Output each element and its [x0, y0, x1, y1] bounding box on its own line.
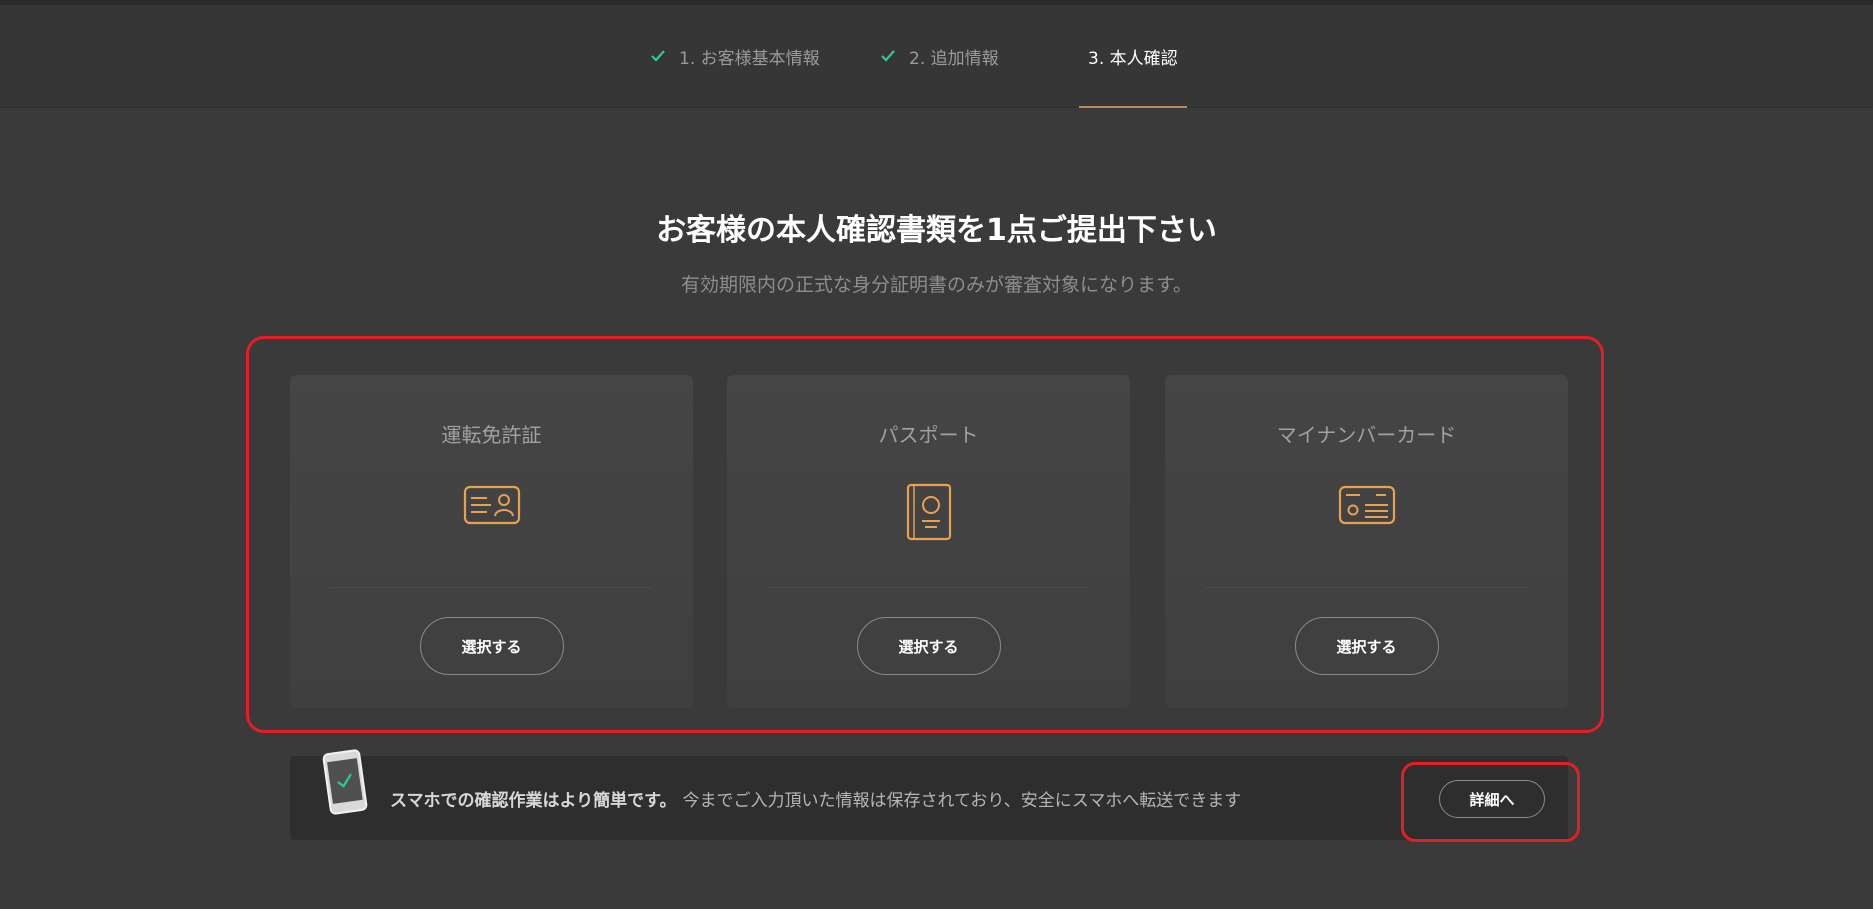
progress-steps: 1. お客様基本情報 2. 追加情報 3. 本人確認 [0, 5, 1873, 108]
check-icon [651, 50, 665, 62]
card-title: マイナンバーカード [1276, 423, 1457, 447]
step-label: 1. お客様基本情報 [679, 48, 820, 69]
my-number-card-icon [1338, 485, 1395, 525]
smartphone-notice: スマホでの確認作業はより簡単です。 今までご入力頂いた情報は保存されており、安全… [290, 749, 1568, 840]
highlight-frame-details-button [1401, 762, 1580, 842]
step-additional-info: 2. 追加情報 [881, 5, 999, 107]
notice-bold-text: スマホでの確認作業はより簡単です。 [390, 790, 677, 811]
select-drivers-license-button[interactable]: 選択する [419, 617, 564, 675]
select-passport-button[interactable]: 選択する [856, 617, 1001, 675]
page-title: お客様の本人確認書類を1点ご提出下さい [656, 213, 1217, 248]
check-icon [881, 50, 895, 62]
step-identity-verification: 3. 本人確認 [1088, 5, 1178, 107]
select-my-number-button[interactable]: 選択する [1294, 617, 1439, 675]
card-divider [767, 587, 1090, 588]
step-label: 3. 本人確認 [1088, 48, 1178, 69]
card-title: 運転免許証 [441, 423, 542, 447]
notice-text: スマホでの確認作業はより簡単です。 今までご入力頂いた情報は保存されており、安全… [390, 756, 1241, 840]
card-divider [330, 587, 653, 588]
drivers-license-icon [463, 485, 520, 525]
step-basic-info: 1. お客様基本情報 [651, 5, 820, 107]
card-divider [1205, 587, 1528, 588]
step-label: 2. 追加情報 [909, 48, 999, 69]
card-drivers-license: 運転免許証 選択する [290, 375, 693, 708]
card-title: パスポート [878, 423, 979, 447]
card-my-number: マイナンバーカード 選択する [1165, 375, 1568, 708]
card-passport: パスポート 選択する [727, 375, 1130, 708]
smartphone-check-icon [322, 749, 368, 815]
notice-body-text: 今までご入力頂いた情報は保存されており、安全にスマホへ転送できます [682, 790, 1242, 811]
page-subtitle: 有効期限内の正式な身分証明書のみが審査対象になります。 [680, 274, 1193, 296]
active-step-indicator [1079, 106, 1187, 108]
passport-icon [906, 483, 951, 541]
